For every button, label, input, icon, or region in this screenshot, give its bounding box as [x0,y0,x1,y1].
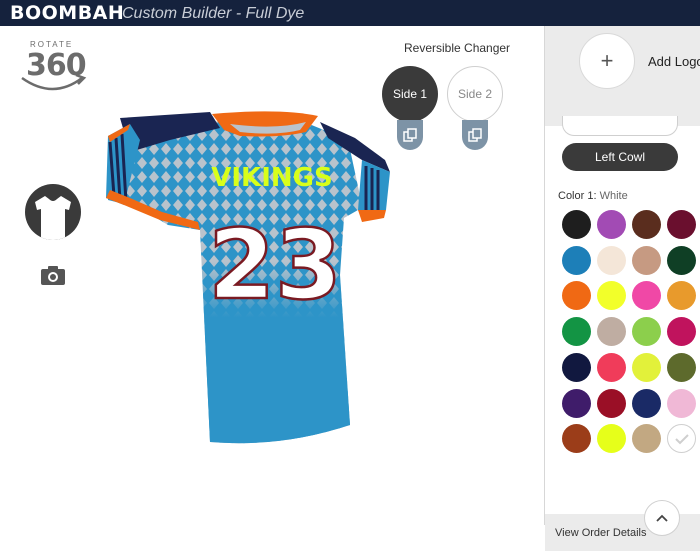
color-swatch-selected[interactable] [667,424,696,454]
color-1-label: Color 1: White [558,190,628,202]
color-swatch[interactable] [597,281,626,311]
color-swatch[interactable] [667,245,696,275]
order-details-label: View Order Details [555,527,647,539]
jersey-preview[interactable]: VIKINGS 23 [100,100,400,450]
color-1-value: White [599,190,628,202]
color-swatch[interactable] [597,317,626,347]
color-swatch[interactable] [667,388,696,418]
chevron-up-icon [656,514,668,522]
color-1-title: Color 1: [558,190,597,202]
add-logos-button[interactable]: + [579,33,635,89]
color-swatch[interactable] [597,210,626,239]
color-swatch[interactable] [562,245,591,275]
check-icon [674,433,689,445]
color-swatch[interactable] [562,281,591,311]
jersey-team-text: VIKINGS [211,163,332,193]
collar-style-button[interactable]: Left Cowl [562,143,678,171]
panel-header: + Add Logos, [545,26,700,126]
color-swatch[interactable] [562,388,591,418]
color-swatch[interactable] [632,210,661,239]
color-swatch[interactable] [667,352,696,382]
brand-logo: BOOMBAH [10,2,125,24]
color-swatch[interactable] [632,245,661,275]
collar-option-outline[interactable] [562,116,678,136]
camera-icon[interactable] [40,264,66,286]
color-swatch[interactable] [667,210,696,239]
jersey-view-button[interactable] [25,184,81,240]
color-swatch[interactable] [597,388,626,418]
copy-icon [468,128,482,142]
color-swatch[interactable] [562,424,591,454]
color-swatch[interactable] [562,317,591,347]
side-2-button[interactable]: Side 2 [447,66,503,122]
color-swatch[interactable] [632,352,661,382]
jersey-number: 23 [208,209,342,321]
expand-order-button[interactable] [644,500,680,536]
color-swatch[interactable] [667,317,696,347]
order-details-bar[interactable]: View Order Details [545,500,700,551]
color-swatch[interactable] [597,245,626,275]
copy-side-2-button[interactable] [462,120,488,150]
copy-icon [403,128,417,142]
color-swatch[interactable] [632,388,661,418]
color-swatch[interactable] [597,424,626,454]
top-bar: BOOMBAH Custom Builder - Full Dye [0,0,700,26]
reversible-changer-label: Reversible Changer [404,41,511,55]
copy-side-1-button[interactable] [397,120,423,150]
color-swatch[interactable] [632,281,661,311]
page-title: Custom Builder - Full Dye [122,5,305,22]
add-logos-label: Add Logos, [648,54,700,69]
plus-icon: + [600,48,614,73]
color-swatch[interactable] [667,281,696,311]
options-panel: + Add Logos, Left Cowl Color 1: White Vi… [544,26,700,551]
color-swatch[interactable] [632,424,661,454]
rotate-arrow-icon [21,73,87,91]
color-swatch[interactable] [597,352,626,382]
color-swatch[interactable] [562,352,591,382]
color-swatch[interactable] [632,317,661,347]
color-swatch[interactable] [562,210,591,239]
shirt-icon [35,196,71,240]
